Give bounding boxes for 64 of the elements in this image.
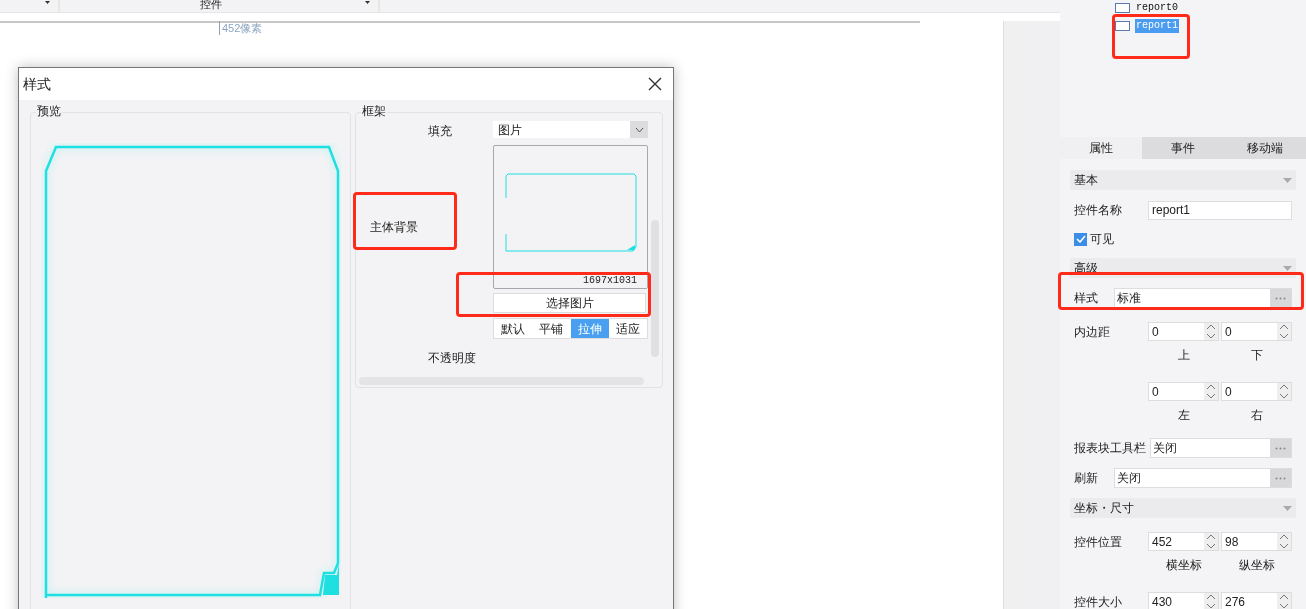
fill-select[interactable]: 图片 xyxy=(493,121,648,138)
spin-arrows-icon[interactable] xyxy=(1277,533,1291,550)
field-caption: 下 xyxy=(1250,347,1263,364)
spin-field[interactable]: 276 xyxy=(1221,592,1292,609)
field-label: 控件名称 xyxy=(1074,202,1123,219)
spin-arrows-icon[interactable] xyxy=(1204,383,1218,400)
caret-icon xyxy=(1283,177,1292,183)
group-legend: 框架 xyxy=(361,104,387,118)
section-header[interactable]: 基本 xyxy=(1070,170,1296,190)
chevron-icon xyxy=(630,121,648,138)
close-icon[interactable] xyxy=(648,77,662,91)
section-title: 坐标・尺寸 xyxy=(1074,500,1134,517)
field-caption: 纵坐标 xyxy=(1238,557,1275,574)
spin-arrows-icon[interactable] xyxy=(1277,383,1291,400)
checkbox-label: 可见 xyxy=(1090,231,1114,248)
picker-field[interactable]: 关闭 xyxy=(1150,438,1292,458)
field-label: 样式 xyxy=(1074,290,1099,307)
spin-field[interactable]: 0 xyxy=(1148,322,1219,341)
field-caption: 上 xyxy=(1177,347,1190,364)
spin-field[interactable]: 98 xyxy=(1221,532,1292,551)
spin-arrows-icon[interactable] xyxy=(1204,323,1218,340)
spin-arrows-icon[interactable] xyxy=(1277,593,1291,609)
field-label: 报表块工具栏 xyxy=(1074,440,1147,457)
ruler-label: 452像素 xyxy=(219,21,263,35)
image-size-label: 1697x1031 xyxy=(583,275,637,287)
field-caption: 左 xyxy=(1177,407,1190,424)
component-icon xyxy=(1115,3,1130,13)
panel-tab[interactable]: 事件 xyxy=(1142,137,1224,159)
spin-arrows-icon[interactable] xyxy=(1277,323,1291,340)
tree-item[interactable]: report0 xyxy=(1135,1,1179,15)
caret-icon[interactable] xyxy=(365,1,370,4)
fill-label: 填充 xyxy=(428,123,452,140)
spin-field[interactable]: 0 xyxy=(1148,382,1219,401)
panel-tab[interactable]: 属性 xyxy=(1060,137,1142,159)
choose-image-button[interactable]: 选择图片 xyxy=(493,293,646,313)
picker-field[interactable]: 标准 xyxy=(1114,288,1292,308)
checkbox[interactable] xyxy=(1074,232,1087,246)
scrollbar[interactable] xyxy=(651,220,659,357)
spin-field[interactable]: 430 xyxy=(1148,592,1219,609)
field-label: 内边距 xyxy=(1074,324,1111,341)
field-caption: 右 xyxy=(1250,407,1263,424)
field-label: 控件大小 xyxy=(1074,594,1123,609)
field-caption: 横坐标 xyxy=(1165,557,1202,574)
caret-icon xyxy=(1283,265,1292,271)
section-title: 基本 xyxy=(1074,172,1098,189)
picker-field[interactable]: 关闭 xyxy=(1114,468,1292,488)
component-icon xyxy=(1115,21,1130,31)
scrollbar[interactable] xyxy=(1003,21,1018,609)
spin-field[interactable]: 452 xyxy=(1148,532,1219,551)
caret-icon[interactable] xyxy=(45,1,50,4)
opacity-label: 不透明度 xyxy=(428,350,476,367)
caret-icon xyxy=(1283,505,1292,511)
dialog-title: 样式 xyxy=(23,74,51,94)
spin-field[interactable]: 0 xyxy=(1221,382,1292,401)
panel-tab[interactable]: 移动端 xyxy=(1224,137,1306,159)
field-label: 控件位置 xyxy=(1074,534,1123,551)
spin-arrows-icon[interactable] xyxy=(1204,533,1218,550)
section-label: 主体背景 xyxy=(370,219,418,236)
field-label: 刷新 xyxy=(1074,470,1099,487)
spin-arrows-icon[interactable] xyxy=(1204,593,1218,609)
spin-field[interactable]: 0 xyxy=(1221,322,1292,341)
input-field[interactable]: report1 xyxy=(1148,200,1292,220)
group-legend: 预览 xyxy=(36,104,62,118)
section-header[interactable]: 坐标・尺寸 xyxy=(1070,498,1296,518)
